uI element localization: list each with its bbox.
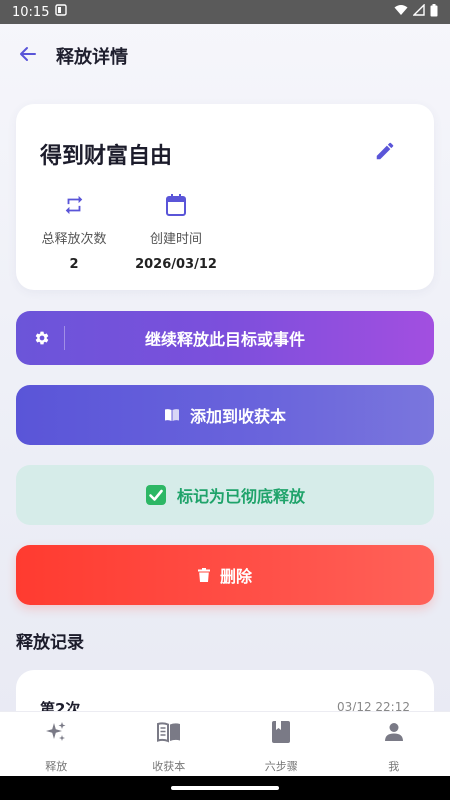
trash-icon bbox=[197, 568, 210, 582]
stat-label: 创建时间 bbox=[149, 232, 202, 247]
page-title: 释放详情 bbox=[56, 47, 128, 68]
nav-label: 收获本 bbox=[152, 760, 186, 773]
divider bbox=[64, 326, 65, 350]
status-bar: 10:15 bbox=[0, 0, 450, 24]
app-bar: 释放详情 bbox=[0, 24, 450, 88]
bottom-nav: 释放 收获本 六步骤 我 bbox=[0, 711, 450, 776]
goal-title: 得到财富自由 bbox=[40, 144, 173, 169]
mark-fully-released-button[interactable]: 标记为已彻底释放 bbox=[16, 465, 434, 525]
back-button[interactable] bbox=[16, 44, 40, 68]
stat-label: 总释放次数 bbox=[41, 232, 107, 247]
check-box-icon bbox=[145, 484, 167, 506]
nav-item-release[interactable]: 释放 bbox=[0, 712, 113, 776]
continue-release-button[interactable]: 继续释放此目标或事件 bbox=[16, 311, 434, 365]
arrow-left-icon bbox=[18, 44, 38, 68]
book-open-icon bbox=[164, 408, 180, 422]
person-icon bbox=[384, 720, 404, 744]
records-section-title: 释放记录 bbox=[16, 633, 84, 653]
nav-label: 六步骤 bbox=[264, 760, 298, 773]
stat-value: 2026/03/12 bbox=[135, 257, 217, 272]
stat-release-count: 总释放次数 2 bbox=[40, 192, 108, 272]
book-icon bbox=[272, 720, 291, 744]
stat-value: 2 bbox=[69, 257, 79, 272]
status-time: 10:15 bbox=[12, 4, 50, 20]
wifi-icon bbox=[394, 4, 408, 20]
repeat-icon bbox=[40, 192, 108, 218]
nav-item-harvest-book[interactable]: 收获本 bbox=[113, 712, 226, 776]
battery-icon bbox=[430, 3, 438, 21]
mark-fully-released-label: 标记为已彻底释放 bbox=[176, 487, 305, 506]
goal-card: 得到财富自由 总释放次数 2 创建时间 2026/03/12 bbox=[16, 104, 434, 290]
gear-icon bbox=[32, 328, 52, 348]
delete-button[interactable]: 删除 bbox=[16, 545, 434, 605]
signal-icon bbox=[412, 3, 425, 20]
home-indicator[interactable] bbox=[171, 786, 279, 790]
nav-item-me[interactable]: 我 bbox=[338, 712, 450, 776]
delete-label: 删除 bbox=[219, 567, 252, 586]
edit-button[interactable] bbox=[374, 140, 398, 164]
nav-item-six-steps[interactable]: 六步骤 bbox=[225, 712, 338, 776]
stat-created-time: 创建时间 2026/03/12 bbox=[134, 192, 218, 272]
sparkle-icon bbox=[44, 720, 68, 744]
nav-label: 释放 bbox=[45, 760, 68, 773]
book-open-icon bbox=[156, 720, 182, 744]
screen: 10:15 释放详情 得到财富自由 总释放次数 2 创建时间 2026/03/1… bbox=[0, 0, 450, 800]
calendar-icon bbox=[134, 192, 218, 218]
pencil-icon bbox=[374, 142, 396, 166]
continue-release-label: 继续释放此目标或事件 bbox=[144, 330, 305, 349]
nav-label: 我 bbox=[388, 760, 400, 773]
add-to-harvest-book-button[interactable]: 添加到收获本 bbox=[16, 385, 434, 445]
add-to-harvest-book-label: 添加到收获本 bbox=[189, 407, 286, 426]
screenshot-icon bbox=[55, 4, 68, 20]
status-icons bbox=[394, 3, 438, 21]
